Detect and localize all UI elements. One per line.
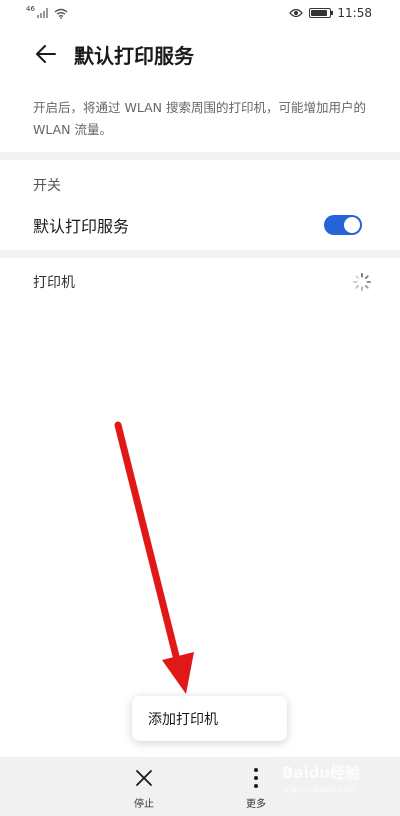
printers-section-title: 打印机 [33, 275, 75, 291]
eye-icon [289, 8, 304, 18]
stop-label: 停止 [134, 799, 154, 810]
printers-section-header: 打印机 [0, 265, 400, 299]
status-bar: 46 11:58 [0, 0, 400, 26]
status-right: 11:58 [289, 6, 372, 20]
status-left: 46 [26, 5, 68, 19]
default-print-service-label: 默认打印服务 [33, 217, 130, 236]
more-button[interactable]: 更多 [226, 765, 286, 810]
status-time: 11:58 [337, 6, 372, 20]
signal-icon [36, 8, 48, 18]
service-description: 开启后，将通过 WLAN 搜索周围的打印机，可能增加用户的 WLAN 流量。 [33, 100, 366, 137]
watermark-url: jingyan.baidu.com [282, 785, 356, 794]
more-label: 更多 [246, 799, 266, 810]
switch-section-title: 开关 [33, 178, 61, 194]
loading-spinner-icon [353, 273, 371, 291]
stop-button[interactable]: 停止 [114, 765, 174, 810]
wifi-icon [54, 8, 68, 19]
page-title: 默认打印服务 [74, 43, 194, 68]
signal-type-label: 46 [26, 5, 35, 13]
section-divider [0, 152, 400, 160]
watermark-logo: Baidu经验 [282, 764, 361, 782]
close-icon [136, 770, 152, 786]
default-print-service-row[interactable]: 默认打印服务 [0, 205, 400, 245]
battery-icon [309, 8, 334, 18]
app-header: 默认打印服务 [0, 34, 400, 74]
default-print-service-toggle[interactable] [324, 215, 362, 235]
baidu-watermark: Baidu经验 jingyan.baidu.com [282, 762, 392, 812]
section-divider-2 [0, 250, 400, 258]
back-arrow-icon [36, 45, 56, 63]
more-vertical-icon [254, 768, 258, 788]
toggle-knob [344, 217, 360, 233]
add-printer-menu-item[interactable]: 添加打印机 [132, 696, 287, 741]
back-button[interactable] [28, 36, 64, 72]
